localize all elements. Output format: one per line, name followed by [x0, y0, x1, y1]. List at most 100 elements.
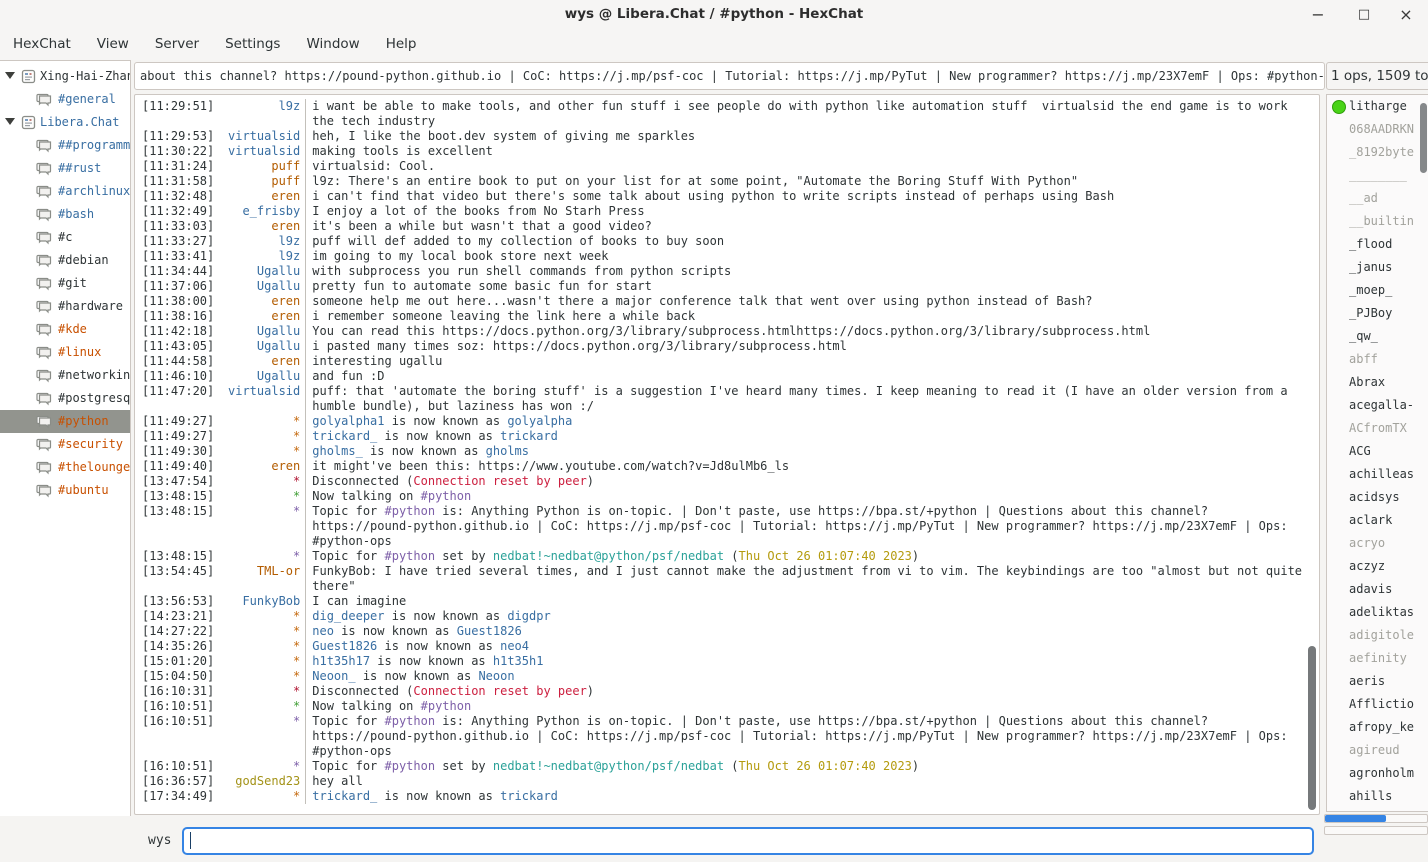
- maximize-button[interactable]: □: [1352, 4, 1376, 28]
- sidebar-item-general[interactable]: #general: [0, 88, 130, 111]
- userlist-item-achilleas[interactable]: achilleas: [1327, 463, 1428, 486]
- sidebar-item-networking[interactable]: #networking: [0, 364, 130, 387]
- userlist-item-afflictio[interactable]: Afflictio: [1327, 693, 1428, 716]
- userlist-item-moep[interactable]: _moep_: [1327, 279, 1428, 302]
- message-nick[interactable]: eren: [214, 219, 300, 234]
- message-text: making tools is excellent: [305, 144, 1319, 159]
- userlist-item-aczyz[interactable]: aczyz: [1327, 555, 1428, 578]
- message-link[interactable]: is: Anything Python is on-topic. | Don't…: [312, 714, 1295, 758]
- sidebar-item-programming[interactable]: ##programming: [0, 134, 130, 157]
- userlist-item-qw[interactable]: _qw_: [1327, 325, 1428, 348]
- userlist-item-[interactable]: ________: [1327, 164, 1428, 187]
- message-nick[interactable]: e_frisby: [214, 204, 300, 219]
- sidebar-item-postgresql[interactable]: #postgresql: [0, 387, 130, 410]
- message-link[interactable]: i pasted many times soz: https://docs.py…: [312, 339, 847, 353]
- message-nick[interactable]: l9z: [214, 99, 300, 114]
- message-nick[interactable]: Ugallu: [214, 324, 300, 339]
- message-link[interactable]: it might've been this: https://www.youtu…: [312, 459, 789, 473]
- message-segment: ): [912, 759, 919, 773]
- userlist-item-068aadrkn[interactable]: 068AADRKN: [1327, 118, 1428, 141]
- message-nick[interactable]: virtualsid: [214, 144, 300, 159]
- message-nick[interactable]: eren: [214, 354, 300, 369]
- close-button[interactable]: ×: [1394, 4, 1418, 28]
- userlist-item-abff[interactable]: abff: [1327, 348, 1428, 371]
- sidebar-item-rust[interactable]: ##rust: [0, 157, 130, 180]
- userlist-item-aclark[interactable]: aclark: [1327, 509, 1428, 532]
- sidebar-item-linux[interactable]: #linux: [0, 341, 130, 364]
- sidebar-item-bash[interactable]: #bash: [0, 203, 130, 226]
- userlist-item-afropyke[interactable]: afropy_ke: [1327, 716, 1428, 739]
- menu-server[interactable]: Server: [142, 30, 212, 52]
- userlist-item-aeris[interactable]: aeris: [1327, 670, 1428, 693]
- chat-scrollbar[interactable]: [1307, 95, 1316, 814]
- userlist-item-acidsys[interactable]: acidsys: [1327, 486, 1428, 509]
- sidebar-item-xinghaizhang[interactable]: Xing-Hai-Zhang: [0, 65, 130, 88]
- userlist-item-abrax[interactable]: Abrax: [1327, 371, 1428, 394]
- message-nick[interactable]: puff: [214, 174, 300, 189]
- message-nick[interactable]: eren: [214, 189, 300, 204]
- userlist-item-flood[interactable]: _flood: [1327, 233, 1428, 256]
- message-link[interactable]: is: Anything Python is on-topic. | Don't…: [312, 504, 1295, 548]
- menu-help[interactable]: Help: [373, 30, 430, 52]
- sidebar-item-archlinux[interactable]: #archlinux: [0, 180, 130, 203]
- userlist-scrollbar[interactable]: [1419, 97, 1427, 809]
- expander-triangle-icon[interactable]: [5, 72, 15, 79]
- sidebar-item-c[interactable]: #c: [0, 226, 130, 249]
- userlist-item-ahills[interactable]: ahills: [1327, 785, 1428, 808]
- sidebar-item-git[interactable]: #git: [0, 272, 130, 295]
- userlist-item-ad[interactable]: __ad: [1327, 187, 1428, 210]
- menu-view[interactable]: View: [84, 30, 142, 52]
- userlist-item-8192byte[interactable]: _8192byte: [1327, 141, 1428, 164]
- userlist-item-acryo[interactable]: acryo: [1327, 532, 1428, 555]
- userlist-item-acegalla[interactable]: acegalla-: [1327, 394, 1428, 417]
- menu-settings[interactable]: Settings: [212, 30, 293, 52]
- sidebar-item-kde[interactable]: #kde: [0, 318, 130, 341]
- userlist-item-pjboy[interactable]: _PJBoy: [1327, 302, 1428, 325]
- message-nick[interactable]: Ugallu: [214, 339, 300, 354]
- userlist-item-aefinity[interactable]: aefinity: [1327, 647, 1428, 670]
- sidebar-item-hardware[interactable]: #hardware: [0, 295, 130, 318]
- userlist-item-ahmedamer[interactable]: AhmedAmer: [1327, 808, 1428, 812]
- message-nick[interactable]: Ugallu: [214, 369, 300, 384]
- message-nick[interactable]: FunkyBob: [214, 594, 300, 609]
- menu-window[interactable]: Window: [293, 30, 372, 52]
- message-nick[interactable]: Ugallu: [214, 264, 300, 279]
- message-nick[interactable]: TML-or: [214, 564, 300, 579]
- userlist-item-agronholm[interactable]: agronholm: [1327, 762, 1428, 785]
- message-nick[interactable]: godSend23: [214, 774, 300, 789]
- sidebar-item-ubuntu[interactable]: #ubuntu: [0, 479, 130, 502]
- userlist-item-adigitole[interactable]: adigitole: [1327, 624, 1428, 647]
- expander-triangle-icon[interactable]: [5, 118, 15, 125]
- userlist-item-agireud[interactable]: agireud: [1327, 739, 1428, 762]
- sidebar-item-security[interactable]: #security: [0, 433, 130, 456]
- message-nick[interactable]: eren: [214, 294, 300, 309]
- sidebar-item-debian[interactable]: #debian: [0, 249, 130, 272]
- userlist-item-litharge[interactable]: litharge: [1327, 95, 1428, 118]
- userlist-item-acfromtx[interactable]: ACfromTX: [1327, 417, 1428, 440]
- message-nick[interactable]: eren: [214, 309, 300, 324]
- sidebar-item-python[interactable]: #python: [0, 410, 130, 433]
- userlist-item-builtin[interactable]: __builtin: [1327, 210, 1428, 233]
- sidebar-item-thelounge[interactable]: #thelounge: [0, 456, 130, 479]
- sidebar-item-label: ##programming: [58, 134, 130, 157]
- message-nick[interactable]: l9z: [214, 249, 300, 264]
- message-nick[interactable]: virtualsid: [214, 384, 300, 399]
- message-nick[interactable]: Ugallu: [214, 279, 300, 294]
- message-nick[interactable]: l9z: [214, 234, 300, 249]
- userlist-item-janus[interactable]: _janus: [1327, 256, 1428, 279]
- userlist-count[interactable]: 1 ops, 1509 tot: [1326, 62, 1428, 90]
- userlist-item-acg[interactable]: ACG: [1327, 440, 1428, 463]
- message-nick[interactable]: virtualsid: [214, 129, 300, 144]
- message-link[interactable]: You can read this https://docs.python.or…: [312, 324, 1150, 338]
- topic-bar[interactable]: about this channel? https://pound-python…: [134, 62, 1325, 90]
- sidebar-item-liberachat[interactable]: Libera.Chat: [0, 111, 130, 134]
- message-input[interactable]: [182, 827, 1314, 855]
- userlist-item-adeliktas[interactable]: adeliktas: [1327, 601, 1428, 624]
- userlist-scrollbar-thumb[interactable]: [1420, 103, 1427, 173]
- chat-scrollbar-thumb[interactable]: [1308, 646, 1316, 810]
- userlist-item-adavis[interactable]: adavis: [1327, 578, 1428, 601]
- message-nick[interactable]: eren: [214, 459, 300, 474]
- minimize-button[interactable]: −: [1306, 4, 1330, 28]
- menu-hexchat[interactable]: HexChat: [0, 30, 84, 52]
- message-nick[interactable]: puff: [214, 159, 300, 174]
